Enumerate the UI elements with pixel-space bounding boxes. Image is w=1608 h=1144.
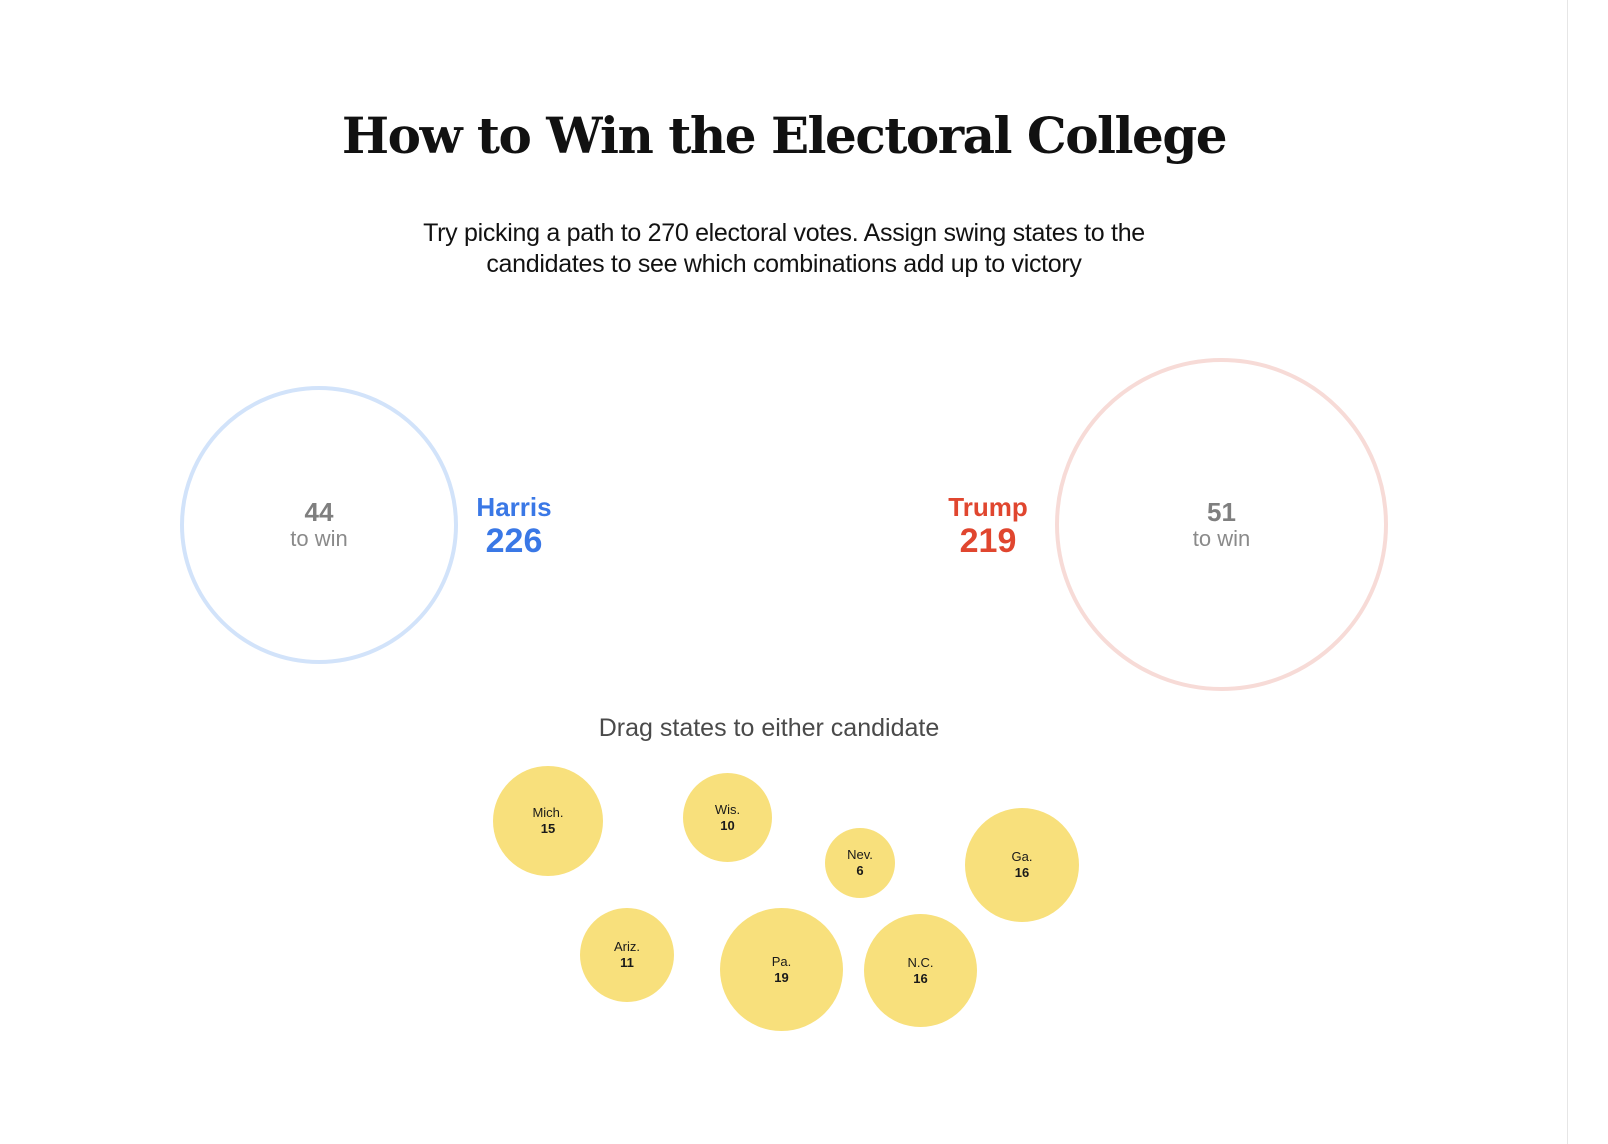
state-bubble-mich[interactable]: Mich. 15	[493, 766, 603, 876]
page-scrollbar[interactable]	[1567, 0, 1608, 1144]
harris-score: Harris 226	[444, 492, 584, 560]
state-bubble-ga[interactable]: Ga. 16	[965, 808, 1079, 922]
state-votes: 10	[720, 817, 735, 833]
harris-to-win-number: 44	[304, 497, 334, 527]
state-abbr: Ariz.	[614, 939, 640, 954]
state-bubble-wis[interactable]: Wis. 10	[683, 773, 772, 862]
state-abbr: N.C.	[907, 954, 934, 970]
state-votes: 16	[1014, 865, 1030, 880]
state-abbr: Wis.	[714, 801, 741, 817]
harris-to-win: 44 to win	[184, 498, 454, 552]
harris-to-win-label: to win	[290, 526, 348, 551]
state-votes: 6	[856, 863, 864, 878]
state-abbr: Ga.	[1011, 849, 1033, 864]
page-title: How to Win the Electoral College	[341, 106, 1228, 165]
trump-name: Trump	[948, 492, 1028, 522]
state-bubble-nc[interactable]: N.C. 16	[864, 914, 977, 1027]
drag-instructions: Drag states to either candidate	[598, 714, 940, 742]
state-votes: 16	[913, 970, 928, 986]
trump-votes: 219	[959, 522, 1017, 560]
harris-drop-zone[interactable]: 44 to win	[180, 386, 458, 664]
trump-to-win: 51 to win	[1059, 498, 1384, 552]
state-votes: 19	[774, 969, 789, 985]
trump-score: Trump 219	[918, 492, 1058, 560]
state-bubble-nev[interactable]: Nev. 6	[825, 828, 895, 898]
harris-name: Harris	[476, 492, 552, 522]
trump-to-win-label: to win	[1192, 525, 1251, 551]
trump-to-win-number: 51	[1207, 496, 1236, 527]
state-abbr: Pa.	[771, 953, 792, 969]
page-subtitle: Try picking a path to 270 electoral vote…	[423, 219, 1145, 278]
state-abbr: Mich.	[532, 805, 564, 820]
state-abbr: Nev.	[847, 847, 873, 862]
trump-drop-zone[interactable]: 51 to win	[1055, 358, 1388, 691]
state-bubble-pa[interactable]: Pa. 19	[720, 908, 843, 1031]
harris-votes: 226	[485, 522, 543, 560]
state-bubble-ariz[interactable]: Ariz. 11	[580, 908, 674, 1002]
state-votes: 11	[620, 955, 634, 970]
state-votes: 15	[540, 821, 556, 836]
